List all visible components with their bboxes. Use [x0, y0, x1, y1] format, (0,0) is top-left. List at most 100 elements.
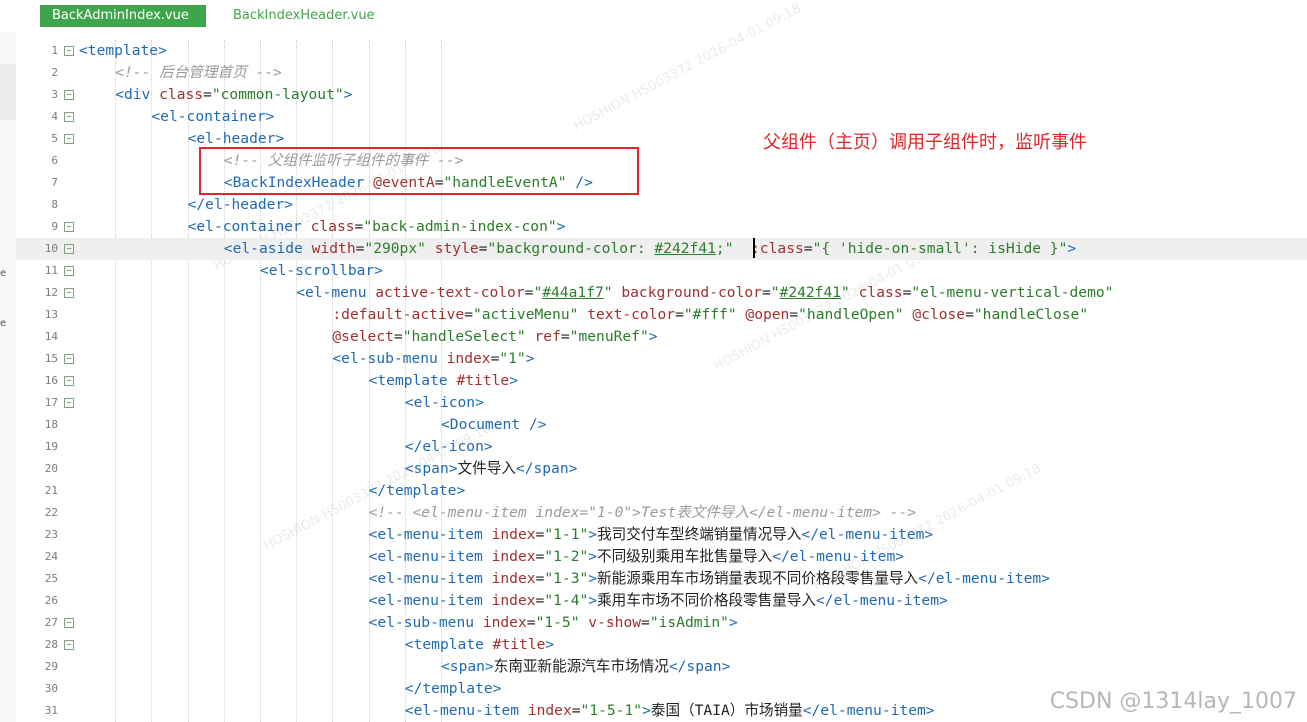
- fold-toggle-icon[interactable]: [64, 640, 74, 650]
- code-token: "activeMenu": [472, 306, 579, 323]
- code-token: <el-aside: [223, 240, 312, 257]
- code-line[interactable]: 24 <el-menu-item index="1-2">不同级别乘用车批售量导入…: [16, 546, 1307, 568]
- code-line[interactable]: 26 <el-menu-item index="1-4">乘用车市场不同价格段零售…: [16, 590, 1307, 612]
- code-line[interactable]: 1 <template>: [16, 40, 1307, 62]
- code-line[interactable]: 13:default-active="activeMenu" text-colo…: [16, 304, 1307, 326]
- fold-toggle-icon[interactable]: [64, 376, 74, 386]
- line-number: 14: [44, 330, 58, 343]
- fold-toggle-icon[interactable]: [64, 244, 74, 254]
- fold-toggle-icon[interactable]: [64, 266, 74, 276]
- code-token: index: [491, 570, 536, 587]
- code-line[interactable]: 3 <div class="common-layout">: [16, 84, 1307, 106]
- tab-back-admin-index[interactable]: BackAdminIndex.vue: [40, 5, 206, 27]
- fold-toggle-icon[interactable]: [64, 90, 74, 100]
- code-editor[interactable]: 1<template>2<!-- 后台管理首页 -->3<div class="…: [16, 40, 1307, 722]
- code-text: </template>: [369, 480, 466, 502]
- code-line[interactable]: 27<el-sub-menu index="1-5" v-show="isAdm…: [16, 612, 1307, 634]
- code-token: background-color: [621, 284, 762, 301]
- code-line[interactable]: 28 <template #title>: [16, 634, 1307, 656]
- code-token: <el-scrollbar>: [260, 262, 384, 279]
- code-token: index: [491, 526, 536, 543]
- code-token: <el-menu-item: [368, 548, 492, 565]
- tab-bar: BackAdminIndex.vue BackIndexHeader.vue: [0, 0, 1307, 32]
- code-text: </el-header>: [188, 194, 293, 216]
- tab-back-index-header[interactable]: BackIndexHeader.vue: [221, 5, 381, 27]
- line-number: 12: [44, 286, 58, 299]
- code-token: <el-sub-menu: [332, 350, 447, 367]
- code-token: "common-layout": [211, 86, 344, 103]
- code-token: >: [728, 614, 738, 631]
- code-line[interactable]: 10<el-aside width="290px" style="backgro…: [16, 238, 1307, 260]
- line-number: 16: [44, 374, 58, 387]
- code-line[interactable]: 11 <el-scrollbar>: [16, 260, 1307, 282]
- code-text: </template>: [405, 678, 502, 700]
- code-token: "handleSelect": [402, 328, 526, 345]
- code-line[interactable]: 22 <!-- <el-menu-item index="1-0">Test表文件…: [16, 502, 1307, 524]
- code-line[interactable]: 16 <template #title>: [16, 370, 1307, 392]
- code-text: <span>文件导入</span>: [405, 458, 578, 480]
- code-token: "isAdmin": [649, 614, 729, 631]
- fold-toggle-icon[interactable]: [64, 112, 74, 122]
- fold-toggle-icon[interactable]: [64, 222, 74, 232]
- highlight-box: [199, 147, 639, 195]
- line-number: 27: [44, 616, 58, 629]
- fold-toggle-icon[interactable]: [64, 618, 74, 628]
- line-number: 4: [51, 110, 58, 123]
- code-line[interactable]: 15 <el-sub-menu index="1">: [16, 348, 1307, 370]
- fold-toggle-icon[interactable]: [64, 398, 74, 408]
- code-token: ": [841, 284, 850, 301]
- code-text: <div class="common-layout">: [115, 84, 352, 106]
- code-line[interactable]: 8 </el-header>: [16, 194, 1307, 216]
- code-text: <Document />: [441, 414, 546, 436]
- code-token: @open: [745, 306, 790, 323]
- code-line[interactable]: 18 <Document />: [16, 414, 1307, 436]
- line-number: 5: [51, 132, 58, 145]
- code-line[interactable]: 25 <el-menu-item index="1-3">新能源乘用车市场销量表现…: [16, 568, 1307, 590]
- code-token: ": [533, 284, 543, 301]
- code-token: >: [588, 526, 598, 543]
- code-token: <el-menu-item: [368, 526, 492, 543]
- line-number: 28: [44, 638, 58, 651]
- code-token: >: [525, 350, 535, 367]
- code-token: 文件导入: [457, 460, 516, 477]
- code-token: =: [526, 614, 536, 631]
- code-token: #44a1f7: [542, 284, 604, 301]
- fold-toggle-icon[interactable]: [64, 288, 74, 298]
- code-text: <span>东南亚新能源汽车市场情况</span>: [441, 656, 730, 678]
- code-token: "290px": [364, 240, 426, 257]
- code-text: <el-scrollbar>: [260, 260, 383, 282]
- fold-toggle-icon[interactable]: [64, 46, 74, 56]
- code-token: class: [858, 284, 903, 301]
- code-line[interactable]: 23 <el-menu-item index="1-1">我司交付车型终端销量情况…: [16, 524, 1307, 546]
- code-token: =: [393, 328, 403, 345]
- side-panel-block: [0, 64, 16, 120]
- code-line[interactable]: 9 <el-container class="back-admin-index-c…: [16, 216, 1307, 238]
- fold-toggle-icon[interactable]: [64, 354, 74, 364]
- line-number: 9: [51, 220, 58, 233]
- line-number: 11: [44, 264, 58, 277]
- code-line[interactable]: 29 <span>东南亚新能源汽车市场情况</span>: [16, 656, 1307, 678]
- code-line[interactable]: 17 <el-icon>: [16, 392, 1307, 414]
- code-token: <el-sub-menu: [368, 614, 483, 631]
- code-text: <el-sub-menu index="1">: [332, 348, 534, 370]
- code-token: =: [560, 328, 570, 345]
- fold-toggle-icon[interactable]: [64, 134, 74, 144]
- code-line[interactable]: 14 @select="handleSelect" ref="menuRef">: [16, 326, 1307, 348]
- code-token: "1-2": [544, 548, 589, 565]
- code-token: <div: [115, 86, 160, 103]
- code-text: <el-container>: [151, 106, 274, 128]
- code-line[interactable]: 2 <!-- 后台管理首页 -->: [16, 62, 1307, 84]
- code-line[interactable]: 19 </el-icon>: [16, 436, 1307, 458]
- code-token: =: [803, 240, 813, 257]
- code-text: <el-icon>: [405, 392, 484, 414]
- code-token: :class: [751, 240, 804, 257]
- code-line[interactable]: 20 <span>文件导入</span>: [16, 458, 1307, 480]
- code-line[interactable]: 4 <el-container>: [16, 106, 1307, 128]
- code-line[interactable]: 21 </template>: [16, 480, 1307, 502]
- code-token: class: [310, 218, 355, 235]
- code-token: <el-menu: [296, 284, 376, 301]
- code-token: =: [571, 702, 581, 719]
- code-line[interactable]: 12<el-menu active-text-color="#44a1f7" b…: [16, 282, 1307, 304]
- code-token: >: [588, 570, 598, 587]
